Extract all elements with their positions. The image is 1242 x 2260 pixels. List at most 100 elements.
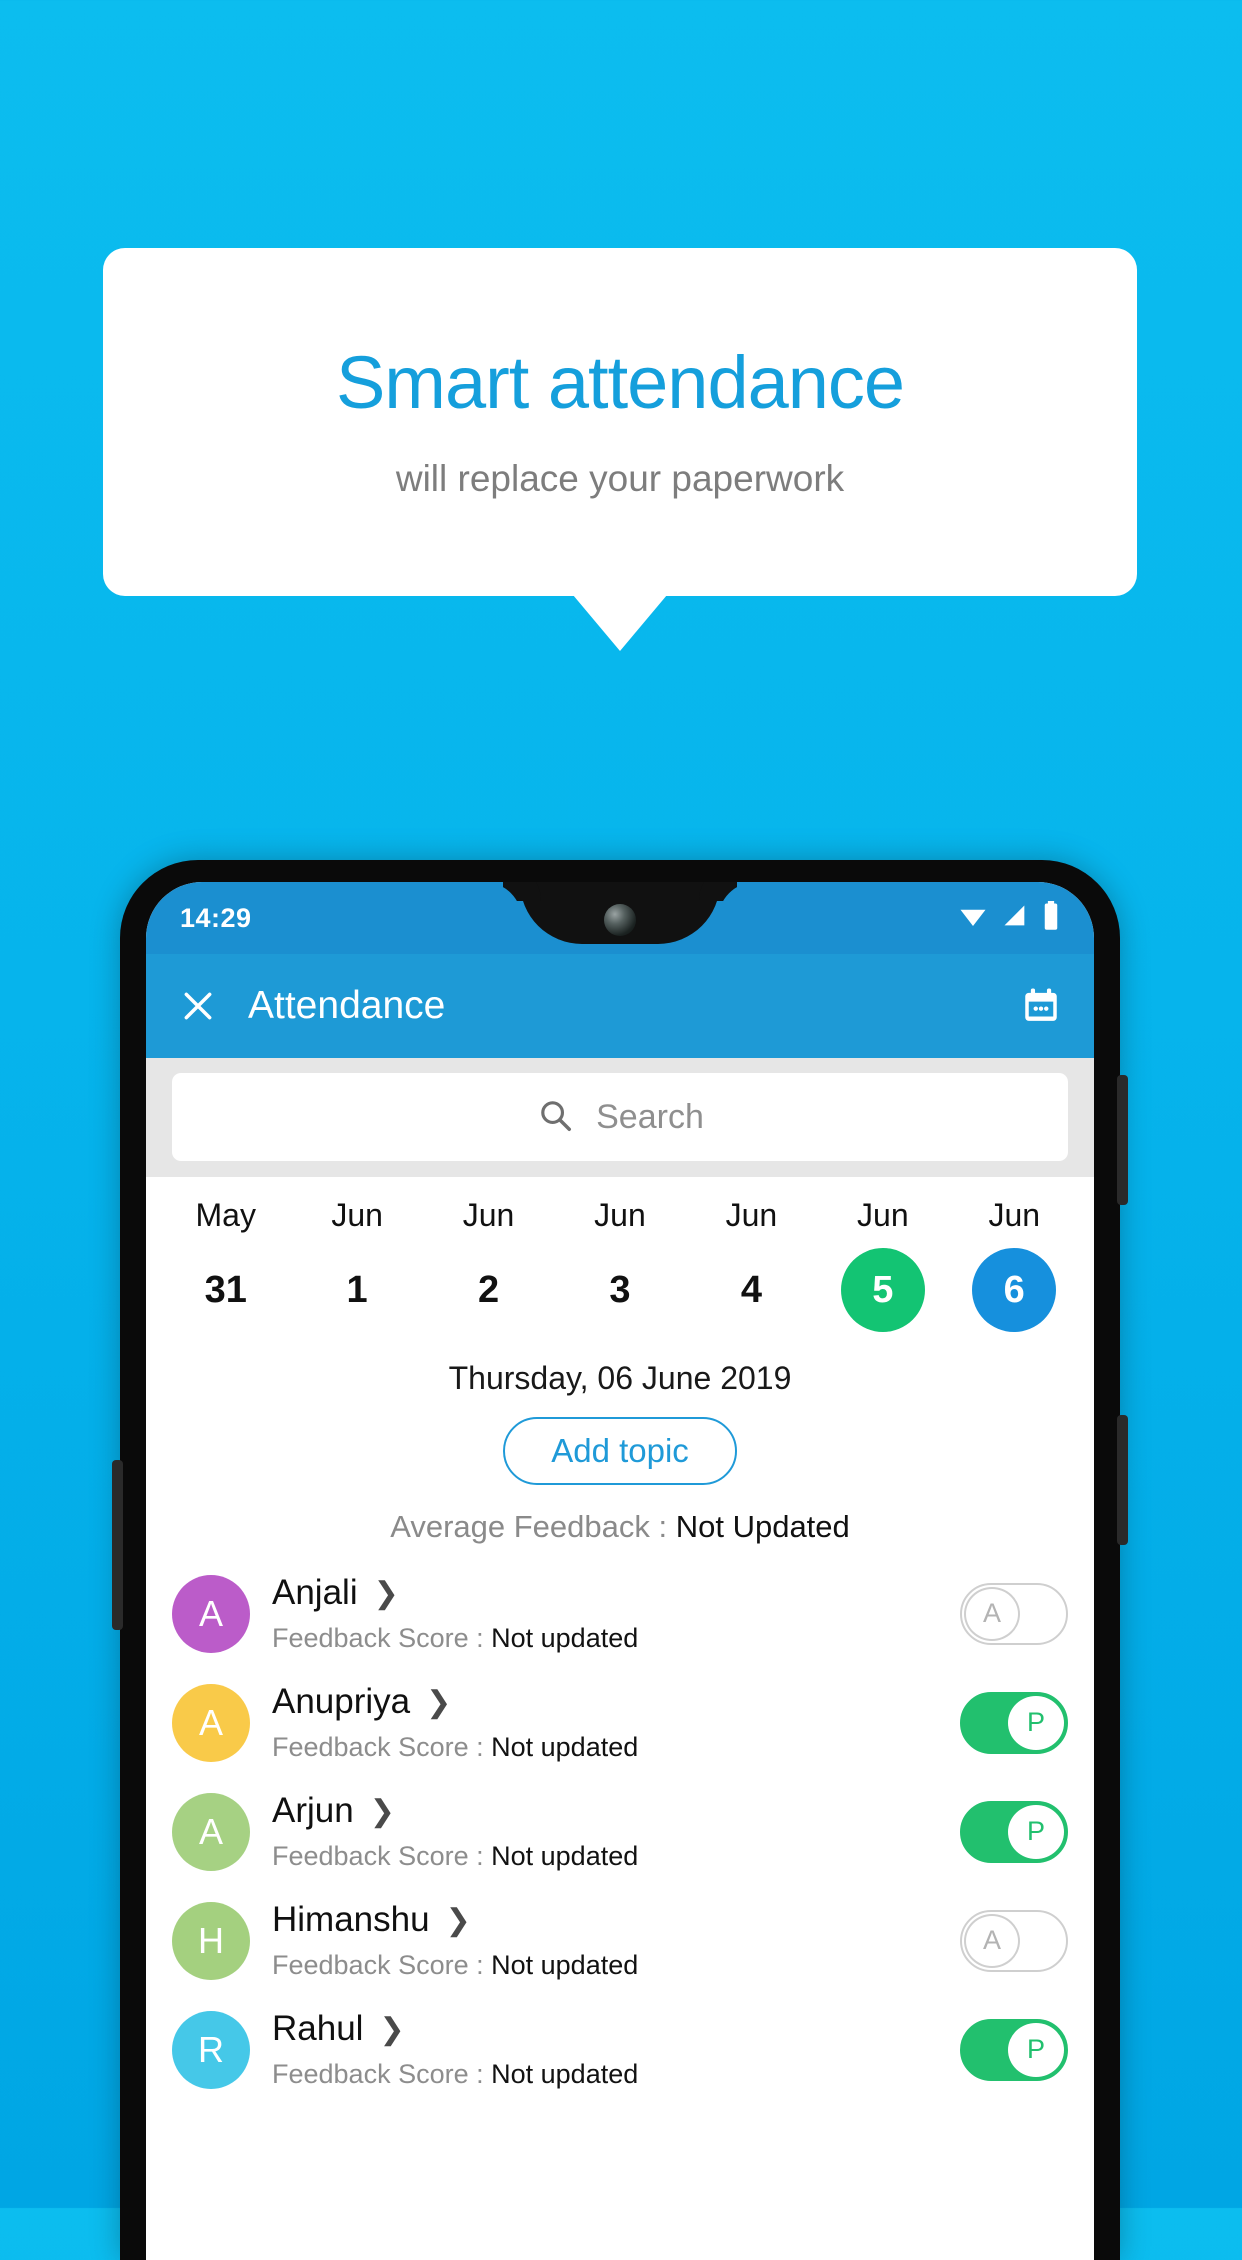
feedback-score-label: Feedback Score : bbox=[272, 1732, 492, 1762]
date-month-label: Jun bbox=[857, 1197, 909, 1233]
feedback-score-value: Not updated bbox=[491, 1623, 639, 1653]
date-cell[interactable]: Jun 4 bbox=[686, 1197, 817, 1332]
student-name-row[interactable]: Anjali ❯ bbox=[272, 1573, 938, 1613]
feedback-score-label: Feedback Score : bbox=[272, 2059, 492, 2089]
date-day-number[interactable]: 4 bbox=[709, 1248, 793, 1332]
student-info: Anjali ❯ Feedback Score : Not updated bbox=[272, 1573, 938, 1654]
average-feedback-label: Average Feedback : bbox=[390, 1509, 676, 1544]
attendance-toggle-knob: P bbox=[1008, 2022, 1064, 2077]
date-month-label: Jun bbox=[331, 1197, 383, 1233]
chevron-right-icon[interactable]: ❯ bbox=[370, 1794, 395, 1829]
student-info: Arjun ❯ Feedback Score : Not updated bbox=[272, 1791, 938, 1872]
student-info: Himanshu ❯ Feedback Score : Not updated bbox=[272, 1900, 938, 1981]
feedback-score: Feedback Score : Not updated bbox=[272, 1732, 938, 1763]
chevron-right-icon[interactable]: ❯ bbox=[374, 1576, 399, 1611]
search-input[interactable]: Search bbox=[172, 1073, 1068, 1161]
student-row[interactable]: A Anupriya ❯ Feedback Score : Not updated P bbox=[146, 1668, 1094, 1777]
attendance-toggle-knob: A bbox=[964, 1586, 1020, 1641]
status-bar-icons bbox=[958, 900, 1060, 936]
student-name: Arjun bbox=[272, 1791, 354, 1830]
attendance-toggle[interactable]: A bbox=[960, 1582, 1068, 1645]
phone-screen: 14:29 Attendance Search May 31 Jun 1 Jun… bbox=[146, 882, 1094, 2260]
date-month-label: Jun bbox=[725, 1197, 778, 1233]
feedback-score: Feedback Score : Not updated bbox=[272, 2059, 938, 2090]
date-day-number[interactable]: 5 bbox=[840, 1248, 925, 1332]
student-row[interactable]: H Himanshu ❯ Feedback Score : Not updated A bbox=[146, 1886, 1094, 1995]
search-bar-container: Search bbox=[146, 1058, 1094, 1177]
attendance-toggle-knob: A bbox=[964, 1913, 1020, 1968]
date-month-label: Jun bbox=[462, 1197, 515, 1233]
status-bar: 14:29 bbox=[146, 882, 1094, 954]
phone-mockup: 14:29 Attendance Search May 31 Jun 1 Jun… bbox=[112, 860, 1128, 2260]
student-row[interactable]: R Rahul ❯ Feedback Score : Not updated P bbox=[146, 1995, 1094, 2104]
average-feedback: Average Feedback : Not Updated bbox=[146, 1509, 1094, 1545]
status-bar-time: 14:29 bbox=[180, 902, 252, 933]
phone-assistant-button[interactable] bbox=[112, 1460, 123, 1630]
battery-icon bbox=[1042, 900, 1060, 936]
phone-volume-button[interactable] bbox=[1117, 1415, 1128, 1545]
student-list: A Anjali ❯ Feedback Score : Not updated A A An… bbox=[146, 1559, 1094, 2104]
app-bar: Attendance bbox=[146, 954, 1094, 1058]
date-cell[interactable]: Jun 2 bbox=[423, 1197, 554, 1332]
add-topic-button[interactable]: Add topic bbox=[503, 1417, 737, 1485]
student-row[interactable]: A Anjali ❯ Feedback Score : Not updated A bbox=[146, 1559, 1094, 1668]
date-cell[interactable]: Jun 6 bbox=[949, 1197, 1080, 1332]
attendance-toggle[interactable]: P bbox=[960, 1800, 1068, 1863]
promo-subtitle: will replace your paperwork bbox=[395, 457, 845, 499]
date-cell[interactable]: Jun 5 bbox=[817, 1197, 948, 1332]
student-name: Anjali bbox=[272, 1573, 358, 1612]
attendance-toggle[interactable]: P bbox=[960, 1691, 1068, 1754]
search-icon bbox=[536, 1096, 574, 1139]
promo-bubble-tail bbox=[573, 595, 667, 651]
feedback-score: Feedback Score : Not updated bbox=[272, 1950, 938, 1981]
date-day-number[interactable]: 1 bbox=[315, 1248, 399, 1332]
wifi-icon bbox=[958, 901, 988, 936]
date-day-number[interactable]: 3 bbox=[578, 1248, 662, 1332]
search-placeholder: Search bbox=[596, 1097, 704, 1136]
date-day-number[interactable]: 2 bbox=[447, 1248, 531, 1332]
chevron-right-icon[interactable]: ❯ bbox=[426, 1685, 451, 1720]
student-name: Anupriya bbox=[272, 1682, 411, 1721]
date-month-label: Jun bbox=[594, 1197, 646, 1233]
date-day-number[interactable]: 6 bbox=[972, 1248, 1057, 1332]
promo-title: Smart attendance bbox=[335, 341, 905, 425]
student-name-row[interactable]: Rahul ❯ bbox=[272, 2009, 938, 2049]
front-camera-icon bbox=[604, 904, 636, 936]
feedback-score: Feedback Score : Not updated bbox=[272, 1841, 938, 1872]
date-cell[interactable]: Jun 3 bbox=[554, 1197, 685, 1332]
app-bar-title: Attendance bbox=[248, 984, 446, 1027]
avatar: A bbox=[172, 1792, 250, 1871]
avatar: R bbox=[172, 2010, 250, 2089]
attendance-toggle-knob: P bbox=[1008, 1804, 1064, 1859]
student-info: Anupriya ❯ Feedback Score : Not updated bbox=[272, 1682, 938, 1763]
feedback-score-value: Not updated bbox=[491, 1732, 639, 1762]
attendance-toggle[interactable]: A bbox=[960, 1909, 1068, 1972]
date-cell[interactable]: Jun 1 bbox=[291, 1197, 422, 1332]
phone-power-button[interactable] bbox=[1117, 1075, 1128, 1205]
student-name-row[interactable]: Anupriya ❯ bbox=[272, 1682, 938, 1722]
avatar: H bbox=[172, 1901, 250, 1980]
date-day-number[interactable]: 31 bbox=[184, 1248, 268, 1332]
date-strip[interactable]: May 31 Jun 1 Jun 2 Jun 3 Jun 4 Jun 5 Jun 6 bbox=[146, 1177, 1094, 1338]
student-name-row[interactable]: Himanshu ❯ bbox=[272, 1900, 938, 1940]
chevron-right-icon[interactable]: ❯ bbox=[446, 1903, 471, 1938]
date-month-label: Jun bbox=[988, 1197, 1041, 1233]
student-info: Rahul ❯ Feedback Score : Not updated bbox=[272, 2009, 938, 2090]
chevron-right-icon[interactable]: ❯ bbox=[379, 2012, 404, 2047]
feedback-score-value: Not updated bbox=[491, 1841, 639, 1871]
feedback-score-label: Feedback Score : bbox=[272, 1841, 492, 1871]
feedback-score-value: Not updated bbox=[491, 2059, 639, 2089]
student-name: Rahul bbox=[272, 2009, 364, 2048]
attendance-toggle[interactable]: P bbox=[960, 2018, 1068, 2081]
feedback-score: Feedback Score : Not updated bbox=[272, 1623, 938, 1654]
date-month-label: May bbox=[195, 1197, 256, 1233]
display-notch bbox=[520, 882, 720, 944]
date-cell[interactable]: May 31 bbox=[160, 1197, 291, 1332]
student-name-row[interactable]: Arjun ❯ bbox=[272, 1791, 938, 1831]
feedback-score-label: Feedback Score : bbox=[272, 1950, 492, 1980]
avatar: A bbox=[172, 1574, 250, 1653]
close-icon[interactable] bbox=[178, 986, 218, 1026]
calendar-icon[interactable] bbox=[1020, 985, 1062, 1027]
student-row[interactable]: A Arjun ❯ Feedback Score : Not updated P bbox=[146, 1777, 1094, 1886]
student-name: Himanshu bbox=[272, 1900, 430, 1939]
